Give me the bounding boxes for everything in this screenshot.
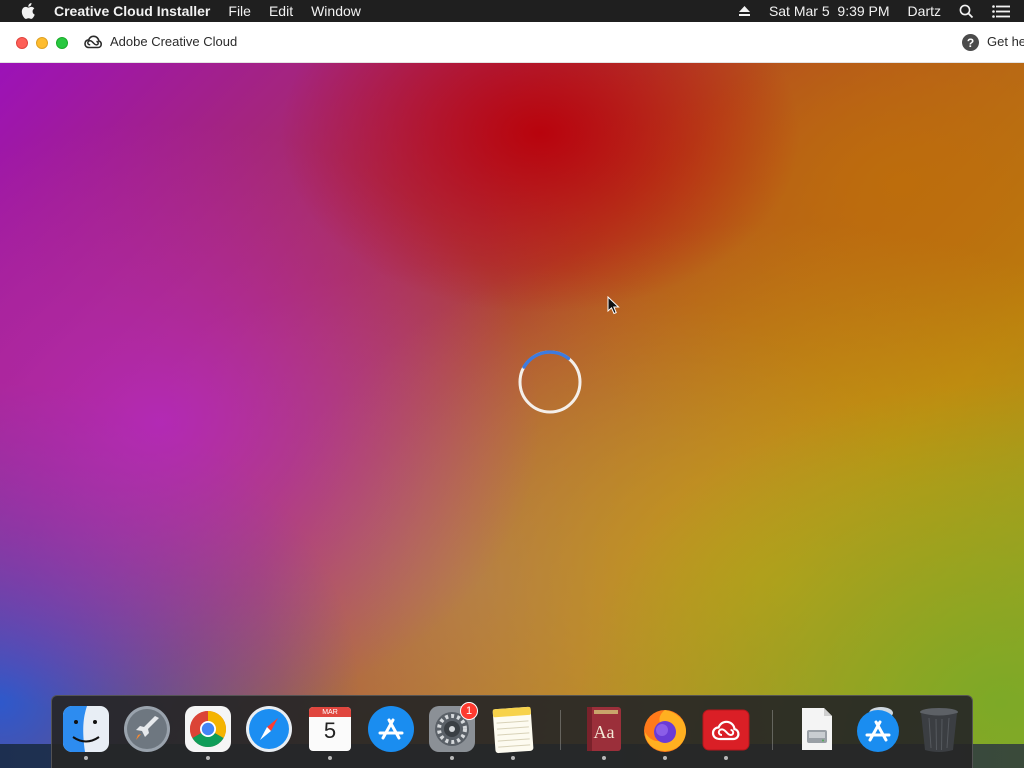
dock-item-app-store-download[interactable] [852,702,904,760]
calendar-month: MAR [322,709,338,716]
finder-icon [63,706,109,752]
creative-cloud-icon [702,709,750,751]
creative-cloud-window: Adobe Creative Cloud ? Get he [0,22,1024,744]
window-title: Adobe Creative Cloud [110,34,238,49]
running-indicator [206,756,210,760]
dock-item-system-preferences[interactable]: 1 [426,702,478,760]
dock: MAR 5 1 Aa [51,695,973,768]
menu-edit[interactable]: Edit [269,3,293,19]
dock-item-creative-cloud[interactable] [700,702,752,760]
launchpad-icon [124,706,170,752]
safari-icon [246,706,292,752]
menu-bar: Creative Cloud Installer File Edit Windo… [0,0,1024,22]
menu-file[interactable]: File [228,3,251,19]
dock-item-chrome[interactable] [182,702,234,760]
apple-menu-icon[interactable] [20,2,36,20]
maximize-window-button[interactable] [56,37,68,49]
disk-image-icon [802,708,832,750]
app-store-icon [368,706,414,752]
firefox-icon [644,710,686,752]
chrome-icon [185,706,231,752]
get-help-link[interactable]: Get he [987,34,1024,49]
running-indicator [328,756,332,760]
menu-window[interactable]: Window [311,3,361,19]
running-indicator [511,756,515,760]
dock-item-safari[interactable] [243,702,295,760]
creative-cloud-logo-icon [84,34,103,50]
dock-item-notes[interactable] [487,702,539,760]
dock-separator [560,710,561,750]
running-indicator [602,756,606,760]
running-indicator [724,756,728,760]
help-icon[interactable]: ? [962,34,979,51]
dock-item-app-store[interactable] [365,702,417,760]
mouse-cursor-icon [607,296,620,315]
running-indicator [663,756,667,760]
menu-clock[interactable]: Sat Mar 5 9:39 PM [769,3,890,19]
eject-icon[interactable] [738,5,751,17]
dock-item-trash[interactable] [913,702,965,760]
installer-background [0,63,1024,744]
notes-icon [492,706,534,754]
menu-app-name[interactable]: Creative Cloud Installer [54,3,210,19]
dock-item-firefox[interactable] [639,702,691,760]
dock-item-disk-image[interactable] [791,702,843,760]
notification-badge: 1 [460,702,478,720]
minimize-window-button[interactable] [36,37,48,49]
close-window-button[interactable] [16,37,28,49]
dock-item-calendar[interactable]: MAR 5 [304,702,356,760]
menu-extras: Sat Mar 5 9:39 PM Dartz [738,0,1024,22]
running-indicator [84,756,88,760]
dictionary-label: Aa [593,722,615,742]
running-indicator [450,756,454,760]
dock-item-dictionary[interactable]: Aa [578,702,630,760]
loading-spinner-icon [518,350,582,414]
dock-item-finder[interactable] [60,702,112,760]
window-titlebar[interactable]: Adobe Creative Cloud ? Get he [0,22,1024,63]
dock-item-launchpad[interactable] [121,702,173,760]
menu-user[interactable]: Dartz [908,3,941,19]
notification-center-icon[interactable] [992,4,1010,18]
dock-separator [772,710,773,750]
spotlight-search-icon[interactable] [959,4,974,19]
app-store-download-icon [857,707,899,752]
calendar-day: 5 [323,718,337,743]
trash-icon [920,708,958,752]
